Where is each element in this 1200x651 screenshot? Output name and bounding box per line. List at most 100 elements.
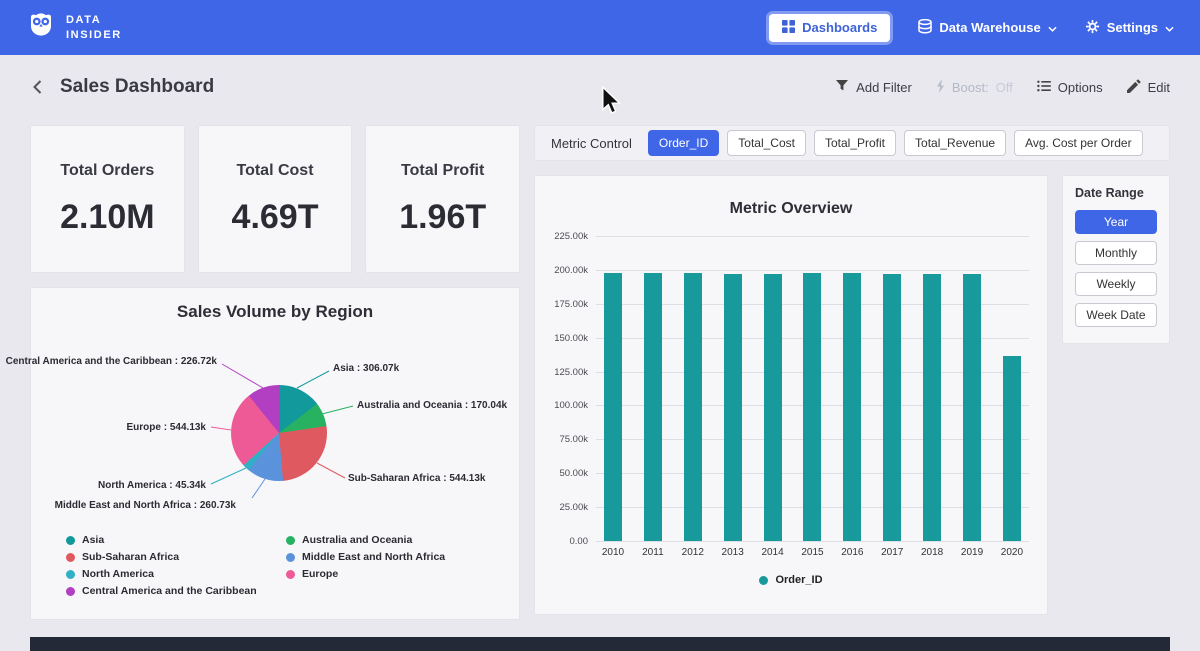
grid-icon <box>782 20 795 36</box>
boost-toggle[interactable]: Boost: Off <box>936 79 1013 96</box>
bar-2017[interactable] <box>883 274 901 541</box>
data-warehouse-menu[interactable]: Data Warehouse <box>918 19 1056 37</box>
bottom-strip <box>30 637 1170 651</box>
date-range-option-monthly[interactable]: Monthly <box>1075 241 1157 265</box>
metric-option-total-profit[interactable]: Total_Profit <box>814 130 896 156</box>
boost-label: Boost: <box>952 80 989 95</box>
bar-2020[interactable] <box>1003 356 1021 541</box>
bolt-icon <box>936 79 945 96</box>
right-bottom-row: Metric Overview 225.00k200.00k175.00k150… <box>534 175 1170 615</box>
bar-2019[interactable] <box>963 274 981 541</box>
legend-dot <box>286 570 295 579</box>
brand-text: DATA INSIDER <box>66 13 122 42</box>
list-icon <box>1037 80 1051 95</box>
legend-item-middle-east-and-north-africa: Middle East and North Africa <box>286 551 506 563</box>
y-tick-label: 100.00k <box>554 400 588 411</box>
legend-item-asia: Asia <box>66 534 286 546</box>
y-tick-label: 75.00k <box>559 434 588 445</box>
dashboards-label: Dashboards <box>802 20 877 35</box>
legend-dot <box>286 553 295 562</box>
metric-control-bar: Metric Control Order_IDTotal_CostTotal_P… <box>534 125 1170 161</box>
x-axis-label: 2011 <box>637 547 669 558</box>
legend-dot <box>66 570 75 579</box>
date-range-option-weekly[interactable]: Weekly <box>1075 272 1157 296</box>
edit-button[interactable]: Edit <box>1127 79 1170 96</box>
kpi-label: Total Profit <box>401 162 484 180</box>
bar-chart-legend: Order_ID <box>551 574 1031 586</box>
metric-option-total-revenue[interactable]: Total_Revenue <box>904 130 1006 156</box>
date-range-option-year[interactable]: Year <box>1075 210 1157 234</box>
legend-label: Sub-Saharan Africa <box>82 551 179 563</box>
brand: DATA INSIDER <box>26 10 122 45</box>
legend-dot <box>759 576 768 585</box>
legend-item-north-america: North America <box>66 568 286 580</box>
chevron-down-icon <box>1048 20 1057 35</box>
kpi-label: Total Orders <box>60 162 154 180</box>
date-range-buttons: Year Monthly Weekly Week Date <box>1075 210 1157 327</box>
legend-dot <box>286 536 295 545</box>
x-axis-label: 2017 <box>876 547 908 558</box>
pie-slice-label-asia: Asia : 306.07k <box>333 363 399 374</box>
brand-line-2: INSIDER <box>66 28 122 42</box>
bar-cell-2015 <box>803 236 821 541</box>
y-tick-label: 225.00k <box>554 231 588 242</box>
metric-overview-card: Metric Overview 225.00k200.00k175.00k150… <box>534 175 1048 615</box>
bar-2018[interactable] <box>923 274 941 541</box>
y-tick-label: 200.00k <box>554 265 588 276</box>
bar-2011[interactable] <box>644 273 662 541</box>
bar-2013[interactable] <box>724 274 742 541</box>
bar-cell-2018 <box>923 236 941 541</box>
pie-legend-column: Asia Sub-Saharan Africa North America Centr… <box>66 534 286 597</box>
bar-cell-2020 <box>1003 236 1021 541</box>
bar-2010[interactable] <box>604 273 622 541</box>
left-column: Total Orders2.10MTotal Cost4.69TTotal Pr… <box>30 125 520 620</box>
brand-line-1: DATA <box>66 13 122 27</box>
y-tick-label: 175.00k <box>554 299 588 310</box>
bar-2016[interactable] <box>843 273 861 541</box>
y-tick-label: 125.00k <box>554 367 588 378</box>
gear-icon <box>1085 19 1100 37</box>
gridline: 0.00 <box>596 541 1029 542</box>
bar-2014[interactable] <box>764 274 782 541</box>
dashboards-button[interactable]: Dashboards <box>769 14 890 42</box>
kpi-row: Total Orders2.10MTotal Cost4.69TTotal Pr… <box>30 125 520 273</box>
legend-label: Central America and the Caribbean <box>82 585 257 597</box>
bar-chart-plot: 225.00k200.00k175.00k150.00k125.00k100.0… <box>596 236 1029 541</box>
data-warehouse-label: Data Warehouse <box>939 20 1040 35</box>
back-button[interactable] <box>30 79 46 95</box>
add-filter-label: Add Filter <box>856 80 912 95</box>
legend-item-sub-saharan-africa: Sub-Saharan Africa <box>66 551 286 563</box>
date-range-option-week-date[interactable]: Week Date <box>1075 303 1157 327</box>
page-header: Sales Dashboard Add Filter Boost: Off Op… <box>0 55 1200 119</box>
pie-chart[interactable] <box>231 385 327 481</box>
bar-cell-2013 <box>724 236 742 541</box>
bar-2012[interactable] <box>684 273 702 541</box>
settings-menu[interactable]: Settings <box>1085 19 1174 37</box>
metric-option-order-id[interactable]: Order_ID <box>648 130 719 156</box>
x-axis-label: 2019 <box>956 547 988 558</box>
bar-legend-label: Order_ID <box>775 574 822 586</box>
metric-option-avg-cost-per-order[interactable]: Avg. Cost per Order <box>1014 130 1143 156</box>
add-filter-button[interactable]: Add Filter <box>835 79 912 95</box>
options-button[interactable]: Options <box>1037 80 1103 95</box>
pie-slice-label-sub-saharan-africa: Sub-Saharan Africa : 544.13k <box>348 473 485 484</box>
bar-2015[interactable] <box>803 273 821 541</box>
pie-chart-title: Sales Volume by Region <box>31 302 519 322</box>
x-axis-label: 2013 <box>717 547 749 558</box>
kpi-card-total-profit: Total Profit1.96T <box>365 125 520 273</box>
header-actions: Add Filter Boost: Off Options Edit <box>835 79 1170 96</box>
pie-legend: Asia Sub-Saharan Africa North America Centr… <box>31 534 519 597</box>
kpi-value: 4.69T <box>232 198 319 237</box>
legend-label: Asia <box>82 534 104 546</box>
metric-option-total-cost[interactable]: Total_Cost <box>727 130 806 156</box>
legend-dot <box>66 536 75 545</box>
bar-chart-x-axis: 2010201120122013201420152016201720182019… <box>596 547 1029 558</box>
bar-cell-2012 <box>684 236 702 541</box>
pie-slice-label-north-america: North America : 45.34k <box>98 480 206 491</box>
x-axis-label: 2010 <box>597 547 629 558</box>
database-icon <box>918 19 932 37</box>
pie-slice-label-middle-east-and-north-africa: Middle East and North Africa : 260.73k <box>55 500 236 511</box>
top-navbar: DATA INSIDER Dashboards Da <box>0 0 1200 55</box>
bar-cell-2011 <box>644 236 662 541</box>
y-tick-label: 50.00k <box>559 468 588 479</box>
